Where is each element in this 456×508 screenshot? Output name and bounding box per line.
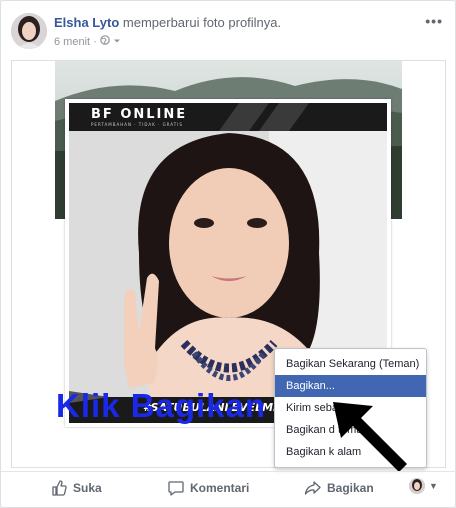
post-action-bar: Suka Komentari Bagikan bbox=[1, 471, 456, 507]
share-menu-item[interactable]: Bagikan Sekarang (Teman) bbox=[275, 353, 426, 375]
like-button[interactable]: Suka bbox=[51, 480, 102, 496]
like-label: Suka bbox=[73, 481, 102, 495]
post-meta: 6 menit · bbox=[54, 35, 121, 48]
overlay-caption: Klik Bagikan bbox=[56, 387, 267, 424]
comment-icon bbox=[168, 480, 184, 496]
post-action-text: memperbarui foto profilnya. bbox=[122, 15, 282, 30]
comment-button[interactable]: Komentari bbox=[168, 480, 249, 496]
comment-label: Komentari bbox=[190, 481, 250, 495]
meta-separator: · bbox=[93, 35, 97, 48]
brand-logo: BF ONLINE PERTAMBAHAN · TIDAK · GRATIS bbox=[91, 107, 187, 127]
post-as-avatar[interactable] bbox=[409, 478, 425, 494]
author-name[interactable]: Elsha Lyto bbox=[54, 15, 119, 30]
brand-text: BF ONLINE bbox=[91, 107, 188, 122]
brand-subtitle: PERTAMBAHAN · TIDAK · GRATIS bbox=[91, 122, 183, 127]
share-button[interactable]: Bagikan bbox=[304, 480, 374, 496]
post-header-text: Elsha Lyto memperbarui foto profilnya. bbox=[54, 15, 281, 30]
timestamp[interactable]: 6 menit bbox=[54, 36, 90, 48]
share-label: Bagikan bbox=[327, 481, 374, 495]
privacy-caret-icon[interactable] bbox=[113, 36, 121, 48]
thumbs-up-icon bbox=[51, 480, 67, 496]
pointer-arrow-icon bbox=[329, 398, 411, 477]
post-as-caret-icon[interactable]: ▼ bbox=[429, 481, 438, 491]
share-arrow-icon bbox=[304, 480, 321, 496]
globe-icon bbox=[99, 35, 110, 48]
author-avatar[interactable] bbox=[11, 13, 47, 49]
more-horizontal-icon[interactable]: ••• bbox=[425, 13, 443, 29]
post-card: Elsha Lyto memperbarui foto profilnya. 6… bbox=[0, 0, 456, 508]
share-menu-item[interactable]: Bagikan... bbox=[275, 375, 426, 397]
